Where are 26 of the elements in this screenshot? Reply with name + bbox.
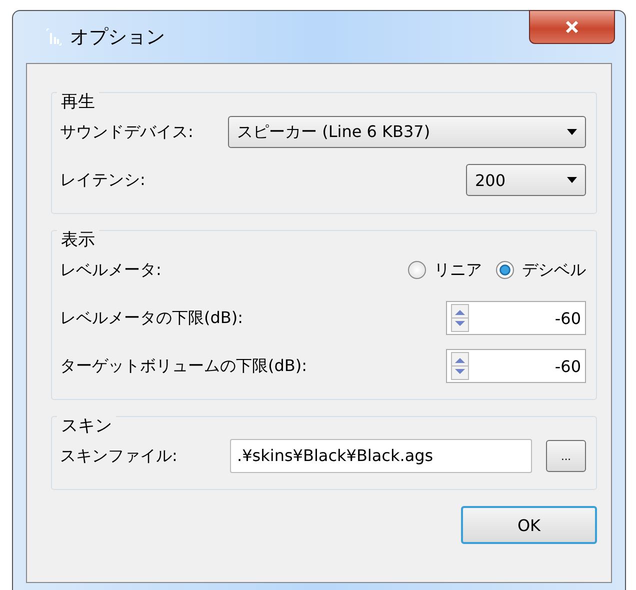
spin-arrows-icon bbox=[451, 304, 469, 332]
radio-button[interactable]: デシベル bbox=[496, 260, 586, 280]
group-title: 再生 bbox=[57, 92, 99, 112]
browse-button[interactable]: ... bbox=[546, 440, 586, 472]
field-label: ターゲットボリュームの下限(dB): bbox=[60, 356, 308, 376]
group-title: 表示 bbox=[57, 230, 99, 250]
group-title: スキン bbox=[57, 416, 116, 436]
field-label: サウンドデバイス: bbox=[60, 122, 194, 142]
field-label: レベルメータ: bbox=[60, 260, 162, 280]
close-icon bbox=[564, 21, 580, 33]
spinner-field[interactable]: -60 bbox=[446, 349, 586, 383]
spin-arrows-icon bbox=[451, 352, 469, 380]
caret-icon bbox=[567, 129, 577, 135]
radio-button[interactable]: リニア bbox=[408, 260, 482, 280]
dropdown[interactable]: スピーカー (Line 6 KB37) bbox=[228, 116, 586, 148]
file-path-field[interactable]: .¥skins¥Black¥Black.ags bbox=[230, 439, 532, 473]
bar-chart-icon bbox=[46, 28, 62, 46]
field-label: レベルメータの下限(dB): bbox=[60, 308, 244, 328]
caret-icon bbox=[567, 177, 577, 183]
window-title: オプション bbox=[70, 25, 165, 50]
ok-button[interactable]: OK bbox=[461, 506, 597, 544]
spinner-field[interactable]: -60 bbox=[446, 301, 586, 335]
dropdown[interactable]: 200 bbox=[466, 164, 586, 196]
close-button[interactable] bbox=[529, 10, 615, 44]
field-label: レイテンシ: bbox=[60, 170, 146, 190]
field-label: スキンファイル: bbox=[60, 446, 178, 466]
